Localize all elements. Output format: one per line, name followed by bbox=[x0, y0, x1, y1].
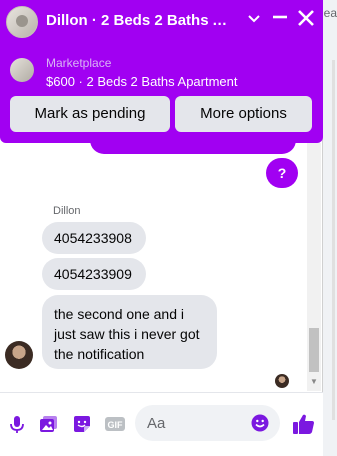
received-message-bubble: the second one and i just saw this i nev… bbox=[42, 295, 217, 369]
close-icon[interactable] bbox=[294, 8, 318, 32]
more-options-button[interactable]: More options bbox=[175, 96, 312, 132]
marketplace-label: Marketplace bbox=[46, 56, 112, 70]
listing-title[interactable]: $600 · 2 Beds 2 Baths Apartment bbox=[46, 74, 238, 89]
sent-message-bubble bbox=[90, 136, 296, 154]
received-message-bubble: 4054233909 bbox=[42, 258, 146, 290]
listing-thumbnail[interactable] bbox=[10, 58, 34, 82]
sticker-icon[interactable] bbox=[71, 413, 93, 435]
received-message-bubble: 4054233908 bbox=[42, 222, 146, 254]
background-page-strip: ea bbox=[323, 0, 337, 456]
thumbs-up-icon[interactable] bbox=[292, 412, 316, 436]
chat-window: Dillon · 2 Beds 2 Baths Ap... Marketplac… bbox=[0, 0, 323, 456]
seen-receipt-avatar bbox=[275, 374, 289, 388]
listing-avatar[interactable] bbox=[6, 6, 38, 38]
sent-message-bubble: ? bbox=[266, 158, 298, 188]
emoji-icon[interactable] bbox=[251, 414, 269, 432]
mark-as-pending-button[interactable]: Mark as pending bbox=[10, 96, 170, 132]
sender-name: Dillon bbox=[53, 205, 81, 217]
gif-label: GIF bbox=[108, 420, 124, 430]
gif-icon[interactable]: GIF bbox=[104, 413, 126, 435]
minimize-icon[interactable] bbox=[268, 8, 292, 32]
chat-scrollbar-thumb[interactable] bbox=[309, 328, 319, 372]
mic-icon[interactable] bbox=[6, 413, 28, 435]
message-composer: GIF bbox=[0, 392, 323, 456]
chat-title[interactable]: Dillon · 2 Beds 2 Baths Ap... bbox=[46, 12, 236, 29]
sender-avatar[interactable] bbox=[5, 341, 33, 369]
photo-icon[interactable] bbox=[38, 413, 60, 435]
chat-header: Dillon · 2 Beds 2 Baths Ap... Marketplac… bbox=[0, 0, 323, 143]
background-page-text: ea bbox=[323, 6, 337, 20]
chevron-down-icon[interactable] bbox=[242, 8, 266, 32]
scroll-down-arrow-icon[interactable]: ▼ bbox=[309, 377, 319, 386]
page-scrollbar bbox=[332, 60, 335, 420]
